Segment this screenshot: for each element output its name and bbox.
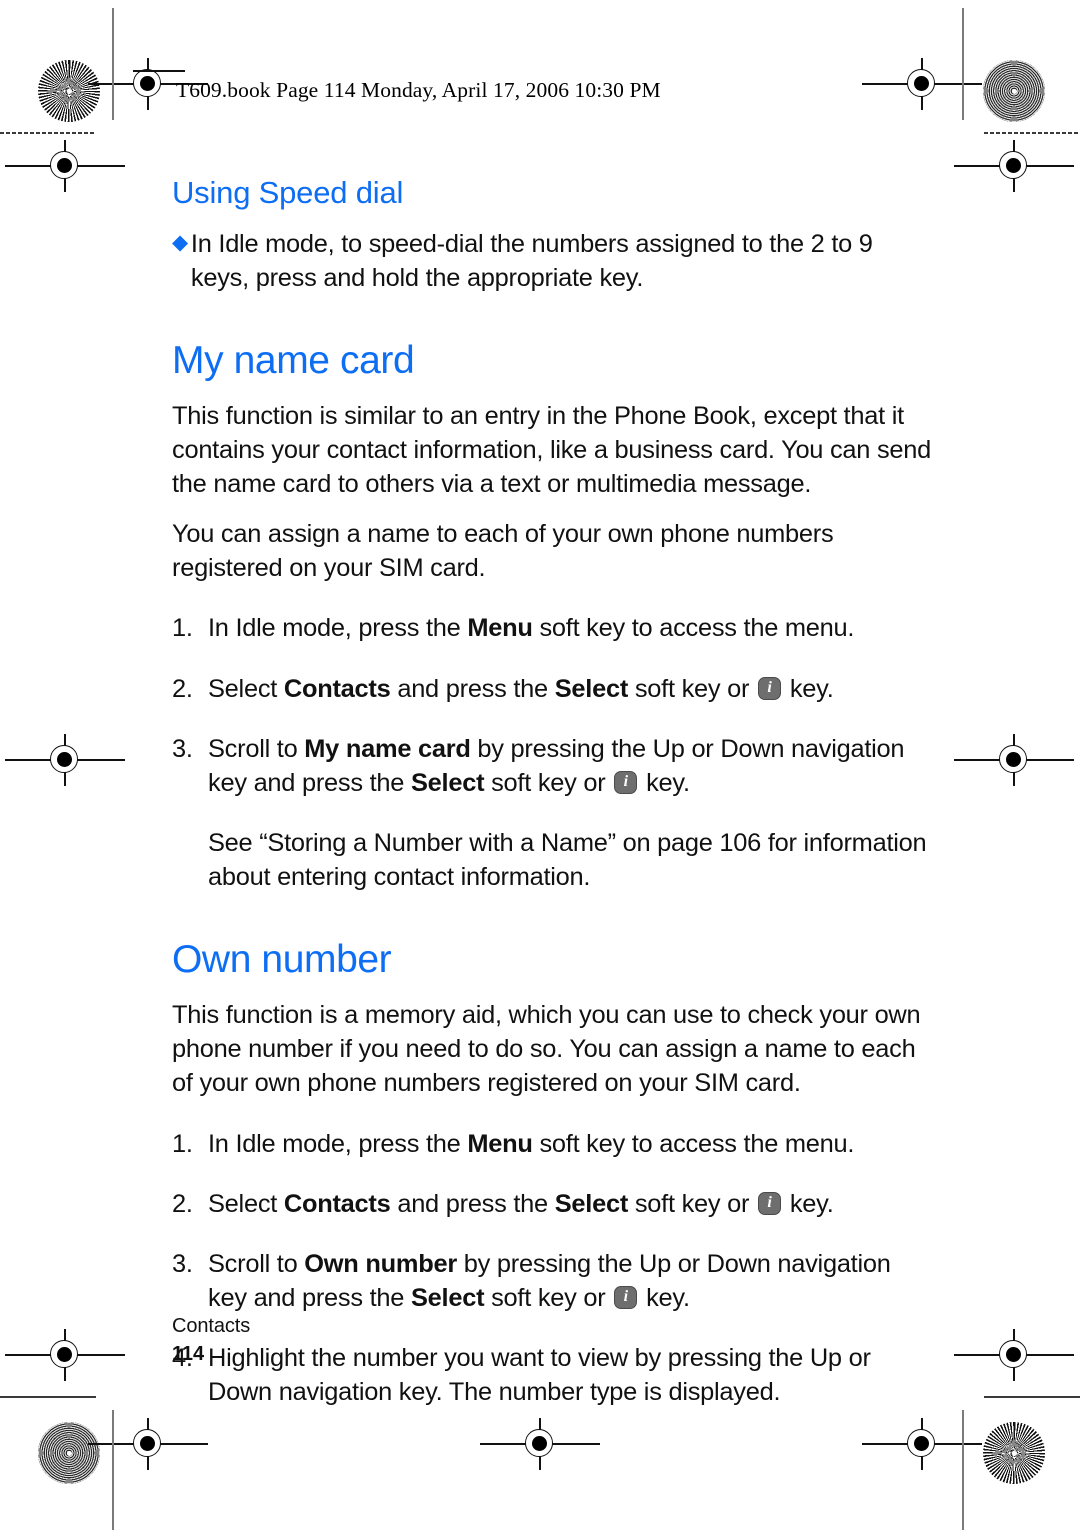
page-footer: Contacts 114	[172, 1312, 250, 1369]
step-text: Select Contacts and press the Select sof…	[208, 1187, 932, 1221]
step-text-run: Scroll to	[208, 1249, 305, 1278]
registration-target-lower-right	[954, 1329, 1074, 1381]
step-text-run: and press the	[390, 674, 555, 703]
step-text: Highlight the number you want to view by…	[208, 1341, 932, 1409]
emphasis-term: Select	[554, 674, 629, 703]
step-text-run: soft key to access the menu.	[532, 614, 855, 643]
step-text: Scroll to My name card by pressing the U…	[208, 732, 932, 800]
step-text-run: key.	[639, 768, 690, 797]
registration-target-bottom-left	[88, 1418, 208, 1470]
emphasis-term: Menu	[467, 614, 533, 643]
emphasis-term: Select	[554, 1189, 629, 1218]
registration-target-top-right	[862, 58, 982, 110]
emphasis-term: Own number	[304, 1249, 457, 1278]
confirm-i-key-icon	[614, 770, 638, 794]
trim-mark-bottom-left	[0, 1396, 96, 1399]
footer-page-number: 114	[172, 1343, 204, 1366]
registration-target-bottom-right	[862, 1418, 982, 1470]
confirm-i-key-icon	[758, 1191, 782, 1215]
emphasis-term: Contacts	[283, 674, 391, 703]
document-page: T609.book Page 114 Monday, April 17, 200…	[0, 0, 1080, 1534]
step-text-run: and press the	[390, 1189, 555, 1218]
registration-target-lower-left	[5, 1329, 125, 1381]
own-number-paragraph-1: This function is a memory aid, which you…	[172, 1001, 921, 1098]
step-number: 2.	[172, 1189, 193, 1218]
heading-own-number: Own number	[172, 938, 392, 982]
bleed-rule-bottom-left	[112, 1410, 115, 1530]
step-text: Scroll to Own number by pressing the Up …	[208, 1247, 932, 1315]
step-item: 1. In Idle mode, press the Menu soft key …	[172, 611, 932, 645]
emphasis-term: Select	[410, 768, 485, 797]
page-content: Using Speed dial ◆ In Idle mode, to spee…	[172, 175, 932, 1410]
trim-mark-top-right	[984, 132, 1080, 135]
step-item: 3. Scroll to My name card by pressing the…	[172, 732, 932, 800]
registration-moire-top-right	[983, 60, 1045, 122]
confirm-i-key-icon	[614, 1286, 638, 1310]
step-text-run: Select	[208, 674, 284, 703]
heading-using-speed-dial: Using Speed dial	[172, 175, 404, 210]
speed-dial-bullet-text: In Idle mode, to speed-dial the numbers …	[190, 229, 873, 292]
emphasis-term: My name card	[304, 734, 471, 763]
step-number: 2.	[172, 674, 193, 703]
diamond-bullet-icon: ◆	[172, 230, 188, 254]
step-item: 2. Select Contacts and press the Select s…	[172, 1187, 932, 1221]
step-number: 1.	[172, 1129, 193, 1158]
name-card-paragraph-2: You can assign a name to each of your ow…	[172, 520, 834, 583]
footer-section-label: Contacts	[172, 1315, 251, 1337]
name-card-paragraph-1: This function is similar to an entry in …	[172, 401, 932, 499]
trim-mark-bottom-right	[984, 1396, 1080, 1399]
registration-starburst-bottom-right	[983, 1422, 1045, 1484]
emphasis-term: Select	[410, 1284, 485, 1313]
emphasis-term: Menu	[467, 1129, 533, 1158]
bleed-rule-bottom-right	[962, 1410, 965, 1530]
registration-target-upper-right	[954, 140, 1074, 192]
registration-target-top-left	[88, 58, 208, 110]
step-text-run: Highlight the number you want to view by…	[208, 1344, 871, 1407]
step-text-run: Select	[208, 1189, 284, 1218]
step-number: 1.	[172, 614, 193, 643]
emphasis-term: Contacts	[283, 1189, 391, 1218]
step-text-run: soft key or	[628, 674, 757, 703]
step-text-run: Scroll to	[208, 734, 305, 763]
step-text: Select Contacts and press the Select sof…	[208, 672, 932, 706]
step-text-run: key.	[639, 1284, 690, 1313]
registration-moire-bottom-left	[38, 1422, 100, 1484]
name-card-steps: 1. In Idle mode, press the Menu soft key …	[172, 611, 932, 800]
slug-rule	[133, 70, 185, 72]
step-number: 3.	[172, 1249, 193, 1278]
slug-line: T609.book Page 114 Monday, April 17, 200…	[176, 78, 661, 102]
bleed-rule-top-right	[962, 8, 965, 120]
heading-my-name-card: My name card	[172, 339, 415, 383]
step-text: In Idle mode, press the Menu soft key to…	[208, 611, 932, 645]
registration-target-upper-left	[5, 140, 125, 192]
registration-target-middle-right	[954, 734, 1074, 786]
step-item: 3. Scroll to Own number by pressing the U…	[172, 1247, 932, 1315]
step-text-run: key.	[783, 1189, 834, 1218]
trim-mark-top-left	[0, 132, 96, 135]
name-card-cross-reference: See “Storing a Number with a Name” on pa…	[208, 829, 927, 892]
step-item: 2. Select Contacts and press the Select s…	[172, 672, 932, 706]
registration-target-middle-left	[5, 734, 125, 786]
step-item: 1. In Idle mode, press the Menu soft key …	[172, 1127, 932, 1161]
step-text-run: In Idle mode, press the	[208, 614, 468, 643]
confirm-i-key-icon	[758, 676, 782, 700]
step-text-run: soft key or	[484, 768, 613, 797]
step-text-run: In Idle mode, press the	[208, 1129, 468, 1158]
registration-target-bottom-center	[480, 1418, 600, 1470]
step-item: 4. Highlight the number you want to view …	[172, 1341, 932, 1409]
step-number: 3.	[172, 734, 193, 763]
registration-starburst-top-left	[38, 60, 100, 122]
step-text: In Idle mode, press the Menu soft key to…	[208, 1127, 932, 1161]
own-number-steps: 1. In Idle mode, press the Menu soft key …	[172, 1127, 932, 1410]
step-text-run: soft key or	[484, 1284, 613, 1313]
step-text-run: soft key or	[628, 1189, 757, 1218]
bleed-rule-top-left	[112, 8, 115, 120]
step-text-run: key.	[783, 674, 834, 703]
step-text-run: soft key to access the menu.	[532, 1129, 855, 1158]
speed-dial-bullet: ◆ In Idle mode, to speed-dial the number…	[172, 227, 932, 295]
